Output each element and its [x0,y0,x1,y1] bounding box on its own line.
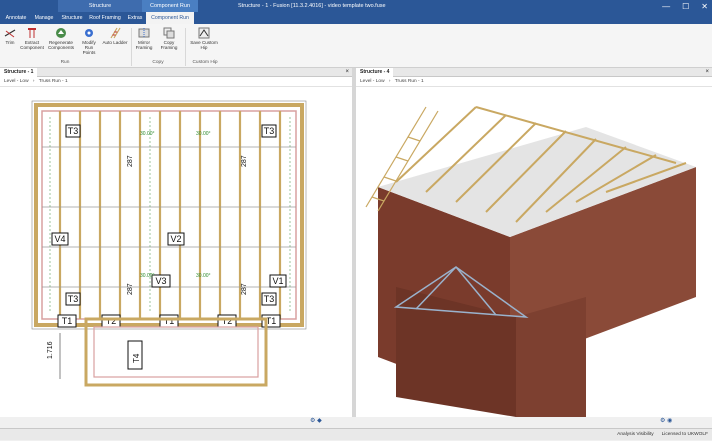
angle-value: 30.00° [196,131,211,137]
save-custom-hip-label: Save Custom Hip [190,40,218,50]
label-v3: V3 [155,276,166,286]
right-crumb-level[interactable]: Level - Low [360,79,385,84]
3d-view[interactable] [356,87,712,417]
trim-button[interactable]: Trim [2,27,18,45]
extension-wall-side [516,297,586,417]
left-crumb-run[interactable]: Truss Run - 1 [39,79,68,84]
context-tab-label: Component Run [142,0,198,12]
3d-model[interactable] [356,87,712,417]
wall-plate [34,103,304,327]
trim-label: Trim [5,40,15,45]
right-breadcrumb: Level - Low › Truss Run - 1 [356,77,712,87]
right-view-toolbar: ⚙ ◉ [660,417,672,427]
plan-drawing[interactable]: T3 V4 V2 T3 T1 T2 T1 T2 T1 T3 V3 V1 T3 2… [0,87,352,417]
extract-component-label: Extract Component [20,40,44,50]
regenerate-components-label: Regenerate Components [47,40,75,50]
plan-view[interactable]: T3 V4 V2 T3 T1 T2 T1 T2 T1 T3 V3 V1 T3 2… [0,87,352,417]
context-group-label: Structure [58,0,142,12]
label-t3: T3 [264,126,275,136]
settings-icon[interactable]: ⚙ [660,418,665,424]
angle-value: 30.00° [196,273,211,279]
left-pane-header: Structure - 1 × [0,68,352,77]
regenerate-components-button[interactable]: Regenerate Components [46,27,76,50]
label-v2: V2 [170,234,181,244]
left-breadcrumb: Level - Low › Truss Run - 1 [0,77,352,87]
ribbon-tabs: Annotate Manage Structure Roof Framing E… [0,12,712,24]
right-crumb-run[interactable]: Truss Run - 1 [395,79,424,84]
angle-value: 30.00° [140,131,155,137]
dim-value: 1.716 [47,341,54,359]
dim-value: 287 [241,155,248,167]
analysis-visibility[interactable]: Analysis Visibility [617,429,653,441]
chevron-right-icon: › [388,79,391,84]
copy-framing-button[interactable]: Copy Framing [156,27,182,50]
dim-value: 287 [241,283,248,295]
modify-run-points-label: Modify Run Points [82,40,96,55]
tab-extras[interactable]: Extras [124,12,146,24]
trim-icon [4,29,16,38]
label-t4: T4 [132,353,141,363]
group-copy-label: Copy [152,60,164,65]
close-button[interactable]: ✕ [701,2,708,11]
extension-inner [93,326,259,378]
dim-value: 287 [127,283,134,295]
window-title: Structure - 1 - Fusion [11.3.2.4016] - v… [238,3,386,9]
mirror-icon [138,28,150,38]
copy-framing-label: Copy Framing [160,40,178,50]
right-pane-tab[interactable]: Structure - 4 [356,68,394,77]
group-custom-hip-label: Custom Hip [192,60,218,65]
label-v4: V4 [54,234,65,244]
view-cube-icon[interactable]: ◆ [317,418,322,424]
auto-ladder-label: Auto Ladder [102,40,128,45]
window-controls: — ☐ ✕ [662,0,708,12]
right-pane-header: Structure - 4 × [356,68,712,77]
regenerate-icon [56,28,66,38]
tab-component-run[interactable]: Component Run [146,12,194,24]
label-v1: V1 [272,276,283,286]
dim-value: 287 [127,155,134,167]
tab-manage[interactable]: Manage [30,12,58,24]
ribbon: Trim Extract Component Regenerate Compon… [0,24,712,68]
extract-component-icon [28,28,36,38]
angle-value: 30.00° [140,273,155,279]
label-t3: T3 [264,294,275,304]
settings-icon[interactable]: ⚙ [310,418,315,424]
license-info: Licensed to UKWOLF [661,432,708,437]
auto-ladder-button[interactable]: Auto Ladder [102,27,128,45]
left-view-toolbar: ⚙ ◆ [310,417,322,427]
copy-icon [163,27,175,39]
status-bar: Analysis Visibility Licensed to UKWOLF [0,428,712,440]
modify-run-points-button[interactable]: Modify Run Points [78,27,100,55]
title-bar: Structure Component Run Structure - 1 - … [0,0,712,12]
save-hip-icon [198,27,210,39]
label-t3: T3 [68,294,79,304]
left-crumb-level[interactable]: Level - Low [4,79,29,84]
chevron-right-icon: › [32,79,35,84]
run-points-icon [85,29,93,37]
tab-structure[interactable]: Structure [58,12,86,24]
left-pane-tab[interactable]: Structure - 1 [0,68,38,77]
maximize-button[interactable]: ☐ [682,2,689,11]
extract-component-button[interactable]: Extract Component [20,27,44,50]
truss-labels: T3 V4 V2 T3 T1 T2 T1 T2 T1 T3 V3 V1 T3 [51,124,287,328]
left-pane-close-icon[interactable]: × [345,68,349,77]
minimize-button[interactable]: — [662,2,670,11]
tab-roof-framing[interactable]: Roof Framing [86,12,124,24]
right-pane-close-icon[interactable]: × [705,68,709,77]
eye-icon[interactable]: ◉ [667,418,672,424]
save-custom-hip-button[interactable]: Save Custom Hip [188,27,220,50]
group-run-label: Run [60,60,70,65]
mirror-framing-button[interactable]: Mirror Framing [134,27,154,50]
ladder-icon [110,27,121,39]
label-t1: T1 [62,316,73,326]
mirror-framing-label: Mirror Framing [135,40,153,50]
tab-annotate[interactable]: Annotate [2,12,30,24]
label-t3: T3 [68,126,79,136]
